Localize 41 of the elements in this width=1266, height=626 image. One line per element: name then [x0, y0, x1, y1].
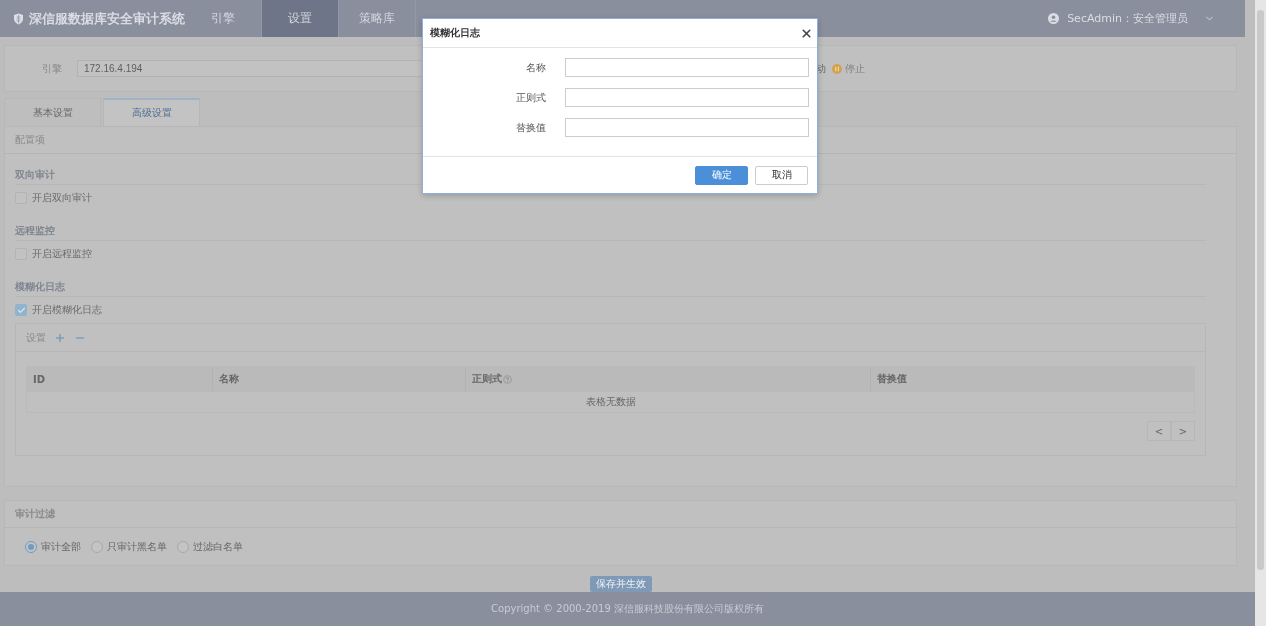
checkbox[interactable]: [15, 304, 27, 316]
column-header: 正则式: [472, 372, 502, 386]
column-header: 替换值: [877, 372, 907, 386]
section-title: 远程监控: [15, 221, 1206, 241]
pager-button[interactable]: >: [1171, 421, 1195, 441]
radio-button[interactable]: [25, 540, 37, 553]
pause-icon: [832, 63, 842, 74]
dialog-title: 模糊化日志: [430, 26, 480, 40]
input-field[interactable]: [565, 88, 809, 107]
pager-button[interactable]: <: [1147, 421, 1171, 441]
section-title: 模糊化日志: [15, 277, 1206, 297]
checkbox-label: 开启双向审计: [32, 191, 92, 205]
user-icon: [1048, 13, 1060, 24]
close-icon[interactable]: [800, 26, 813, 40]
settings-tab[interactable]: 高级设置: [103, 98, 200, 126]
nav-item[interactable]: 设置: [262, 0, 339, 37]
checkbox-label: 开启远程监控: [32, 247, 92, 261]
add-icon[interactable]: [54, 331, 66, 344]
radio-label: 审计全部: [41, 539, 81, 554]
column-header: ID: [33, 373, 46, 385]
cancel-button[interactable]: 取消: [755, 165, 808, 185]
radio-button[interactable]: [177, 540, 189, 553]
radio-label: 过滤白名单: [193, 539, 243, 554]
empty-message: 表格无数据: [585, 395, 636, 409]
settings-tab[interactable]: 基本设置: [4, 98, 101, 126]
radio-label: 只审计黑名单: [107, 539, 167, 554]
radio-button[interactable]: [91, 540, 103, 553]
checkbox-label: 开启模糊化日志: [32, 303, 102, 317]
help-icon[interactable]: [503, 374, 512, 384]
field-label: 正则式: [515, 90, 546, 105]
column-header: 名称: [219, 372, 239, 386]
field-label: 替换值: [515, 120, 546, 135]
field-label: 名称: [525, 60, 546, 75]
confirm-button[interactable]: 确定: [695, 165, 748, 185]
input-field[interactable]: [565, 118, 809, 137]
user-name[interactable]: SecAdmin：安全管理员: [1067, 11, 1188, 26]
scrollbar[interactable]: [1255, 0, 1266, 626]
stop-link[interactable]: 停止: [845, 61, 865, 76]
save-button[interactable]: 保存并生效: [589, 576, 652, 592]
app-title: 深信服数据库安全审计系统: [29, 9, 185, 28]
input-field[interactable]: [565, 58, 809, 77]
